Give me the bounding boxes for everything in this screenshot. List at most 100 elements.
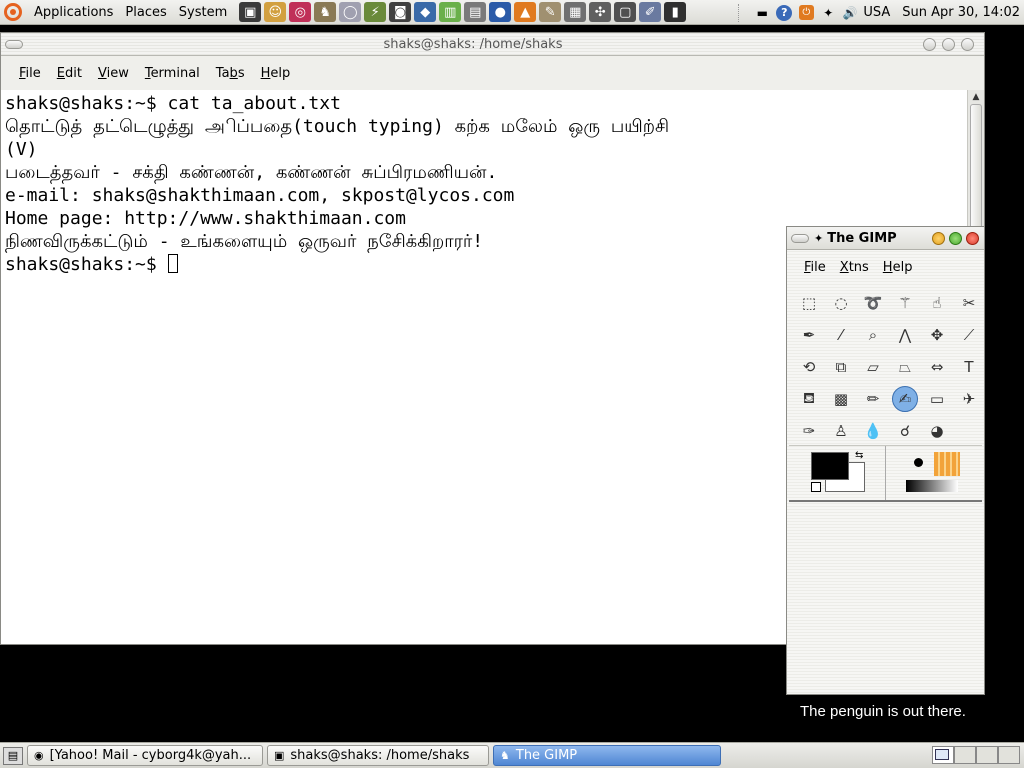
workspace-switcher bbox=[932, 746, 1020, 764]
show-desktop-icon[interactable]: ▤ bbox=[3, 746, 23, 765]
window-menu-button[interactable] bbox=[5, 39, 23, 49]
workspace-4[interactable] bbox=[998, 746, 1020, 764]
gimp-window-menu-button[interactable] bbox=[791, 233, 809, 243]
dodge-burn-icon[interactable]: ◕ bbox=[924, 418, 950, 444]
maximize-button[interactable] bbox=[942, 37, 955, 51]
photo-icon[interactable]: ◙ bbox=[389, 2, 412, 22]
cd-player-icon[interactable]: ◎ bbox=[289, 2, 312, 22]
terminal-menu-item[interactable]: View bbox=[90, 66, 137, 81]
terminal-menu-item[interactable]: Tabs bbox=[208, 66, 253, 81]
terminal-titlebar[interactable]: shaks@shaks: /home/shaks bbox=[1, 33, 984, 56]
paintbrush-icon[interactable]: ✍ bbox=[892, 386, 918, 412]
brush-icon[interactable] bbox=[914, 458, 923, 467]
power-icon[interactable]: ⏻ bbox=[797, 4, 815, 22]
scroll-up-icon[interactable]: ▲ bbox=[968, 90, 984, 104]
move-icon[interactable]: ✥ bbox=[924, 322, 950, 348]
terminal-menu-item[interactable]: Edit bbox=[49, 66, 90, 81]
keyboard-layout[interactable]: USA bbox=[863, 5, 890, 20]
minimize-button[interactable] bbox=[923, 37, 936, 51]
menu-system[interactable]: System bbox=[173, 5, 233, 20]
top-panel: Applications Places System ▣ ☺ ◎ ♞ ◯ ⚡ ◙ ◆ ▥ ▤ ● ▲ ✎… bbox=[0, 0, 1024, 25]
gimp-menu-item[interactable]: File bbox=[797, 260, 833, 275]
lasso-icon[interactable]: ➰ bbox=[860, 290, 886, 316]
fish-icon[interactable]: ◆ bbox=[414, 2, 437, 22]
menu-places[interactable]: Places bbox=[119, 5, 172, 20]
select-by-color-icon[interactable]: ☝ bbox=[924, 290, 950, 316]
close-button[interactable] bbox=[961, 37, 974, 51]
window-icon[interactable]: ▢ bbox=[614, 2, 637, 22]
scroll-thumb[interactable] bbox=[970, 104, 982, 236]
clock[interactable]: Sun Apr 30, 14:02 bbox=[902, 5, 1020, 20]
gimp-tray-icon[interactable]: ✦ bbox=[819, 4, 837, 22]
terminal-line: படைத்தவர் - சக்தி கண்ணன், கண்ணன் சுப்பிர… bbox=[5, 162, 498, 183]
scale-icon[interactable]: ⧉ bbox=[828, 354, 854, 380]
bucket-fill-icon[interactable]: ⛾ bbox=[796, 386, 822, 412]
wifi-tool-icon[interactable]: ⚡ bbox=[364, 2, 387, 22]
gimp-menu-item[interactable]: Xtns bbox=[833, 260, 876, 275]
perspective-icon[interactable]: ⏢ bbox=[892, 354, 918, 380]
printer-icon[interactable]: ▬ bbox=[753, 4, 771, 22]
clone-icon[interactable]: ♙ bbox=[828, 418, 854, 444]
equalizer-icon[interactable]: ▥ bbox=[439, 2, 462, 22]
notes-icon[interactable]: ✎ bbox=[539, 2, 562, 22]
gimp-menu-item[interactable]: Help bbox=[876, 260, 920, 275]
blend-icon[interactable]: ▩ bbox=[828, 386, 854, 412]
terminal-launcher-icon[interactable]: ▣ bbox=[239, 2, 262, 22]
ink-icon[interactable]: ✑ bbox=[796, 418, 822, 444]
ubuntu-logo-icon[interactable] bbox=[4, 3, 22, 21]
smudge-icon[interactable]: ☌ bbox=[892, 418, 918, 444]
ellipse-select-icon[interactable]: ◌ bbox=[828, 290, 854, 316]
pencil-icon[interactable]: ✏ bbox=[860, 386, 886, 412]
globe-icon[interactable]: ● bbox=[489, 2, 512, 22]
editor-icon[interactable]: ✐ bbox=[639, 2, 662, 22]
measure-icon[interactable]: ⋀ bbox=[892, 322, 918, 348]
console-icon[interactable]: ▮ bbox=[664, 2, 687, 22]
swap-colors-icon[interactable]: ⇆ bbox=[855, 450, 863, 461]
rotate-icon[interactable]: ⟲ bbox=[796, 354, 822, 380]
eraser-icon[interactable]: ▭ bbox=[924, 386, 950, 412]
help-icon[interactable]: ? bbox=[775, 4, 793, 22]
magic-wand-icon[interactable]: ⚚ bbox=[892, 290, 918, 316]
rect-select-icon[interactable]: ⬚ bbox=[796, 290, 822, 316]
crop-icon[interactable]: ⟋ bbox=[956, 322, 982, 348]
task-button[interactable]: ◉ [Yahoo! Mail - cyborg4k@yah... bbox=[27, 745, 263, 766]
gimp-close-button[interactable] bbox=[966, 231, 979, 245]
default-colors-icon[interactable] bbox=[811, 482, 821, 492]
gaim-icon[interactable]: ☺ bbox=[264, 2, 287, 22]
pattern-icon[interactable] bbox=[934, 452, 960, 476]
gimp-launcher-icon[interactable]: ♞ bbox=[314, 2, 337, 22]
vlc-icon[interactable]: ▲ bbox=[514, 2, 537, 22]
disc-icon[interactable]: ◯ bbox=[339, 2, 362, 22]
network-icon[interactable]: ✣ bbox=[589, 2, 612, 22]
blur-icon[interactable]: 💧 bbox=[860, 418, 886, 444]
menu-applications[interactable]: Applications bbox=[28, 5, 119, 20]
foreground-color[interactable] bbox=[811, 452, 849, 480]
task-button[interactable]: ▣ shaks@shaks: /home/shaks bbox=[267, 745, 489, 766]
calculator-icon[interactable]: ▦ bbox=[564, 2, 587, 22]
gimp-titlebar[interactable]: ✦ The GIMP bbox=[787, 227, 984, 250]
terminal-menu-item[interactable]: File bbox=[11, 66, 49, 81]
task-button[interactable]: ♞ The GIMP bbox=[493, 745, 721, 766]
terminal-menu-item[interactable]: Help bbox=[253, 66, 299, 81]
panel-handle[interactable] bbox=[738, 3, 745, 22]
zoom-icon[interactable]: ⌕ bbox=[860, 322, 886, 348]
color-picker-icon[interactable]: ⁄ bbox=[828, 322, 854, 348]
workspace-2[interactable] bbox=[954, 746, 976, 764]
gimp-menubar: File Xtns Help bbox=[787, 250, 984, 284]
paths-icon[interactable]: ✒ bbox=[796, 322, 822, 348]
task-list: ◉ [Yahoo! Mail - cyborg4k@yah... ▣ shaks@sh… bbox=[23, 745, 721, 766]
gimp-minimize-button[interactable] bbox=[932, 231, 945, 245]
flip-icon[interactable]: ⇔ bbox=[924, 354, 950, 380]
fg-bg-colors[interactable]: ⇆ bbox=[789, 446, 886, 500]
workspace-1[interactable] bbox=[932, 746, 954, 764]
volume-icon[interactable]: 🔊 bbox=[841, 4, 859, 22]
gradient-icon[interactable] bbox=[906, 480, 958, 492]
shear-icon[interactable]: ▱ bbox=[860, 354, 886, 380]
airbrush-icon[interactable]: ✈ bbox=[956, 386, 982, 412]
gimp-maximize-button[interactable] bbox=[949, 231, 962, 245]
text-icon[interactable]: T bbox=[956, 354, 982, 380]
workspace-3[interactable] bbox=[976, 746, 998, 764]
scissors-icon[interactable]: ✂ bbox=[956, 290, 982, 316]
terminal-menu-item[interactable]: Terminal bbox=[137, 66, 208, 81]
book-icon[interactable]: ▤ bbox=[464, 2, 487, 22]
